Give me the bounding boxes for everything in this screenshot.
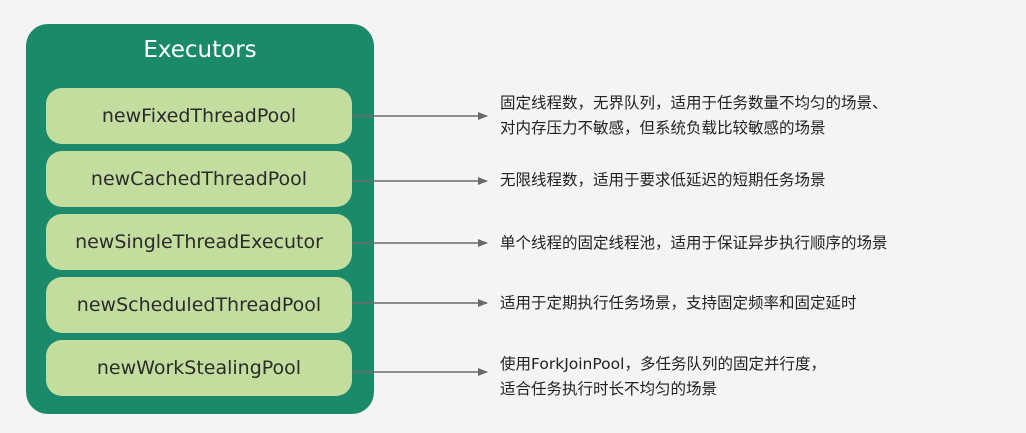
description-line: 对内存压力不敏感，但系统负载比较敏感的场景 — [500, 119, 826, 137]
description-cached: 无限线程数，适用于要求低延迟的短期任务场景 — [500, 168, 826, 193]
description-line: 无限线程数，适用于要求低延迟的短期任务场景 — [500, 171, 826, 189]
description-fixed: 固定线程数，无界队列，适用于任务数量不均匀的场景、 对内存压力不敏感，但系统负载… — [500, 91, 888, 141]
description-scheduled: 适用于定期执行任务场景，支持固定频率和固定延时 — [500, 291, 857, 316]
description-line: 适合任务执行时长不均匀的场景 — [500, 380, 718, 398]
description-work-stealing: 使用ForkJoinPool，多任务队列的固定并行度， 适合任务执行时长不均匀的… — [500, 352, 826, 402]
description-line: 单个线程的固定线程池，适用于保证异步执行顺序的场景 — [500, 234, 888, 252]
description-line: 固定线程数，无界队列，适用于任务数量不均匀的场景、 — [500, 94, 888, 112]
description-line: 使用ForkJoinPool，多任务队列的固定并行度， — [500, 355, 826, 373]
description-single: 单个线程的固定线程池，适用于保证异步执行顺序的场景 — [500, 231, 888, 256]
description-line: 适用于定期执行任务场景，支持固定频率和固定延时 — [500, 294, 857, 312]
